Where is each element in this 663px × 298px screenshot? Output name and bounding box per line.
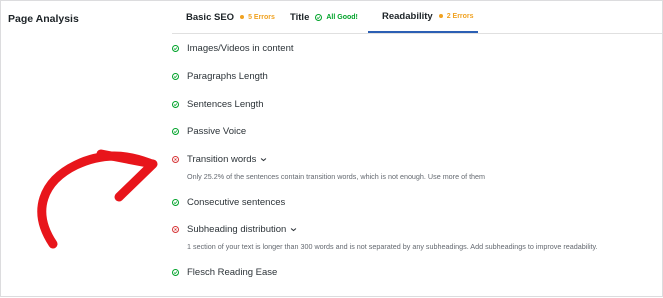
annotation-arrow-icon xyxy=(37,149,158,249)
page-analysis-panel: Page Analysis Basic SEO 5 Errors Title A… xyxy=(0,0,663,297)
